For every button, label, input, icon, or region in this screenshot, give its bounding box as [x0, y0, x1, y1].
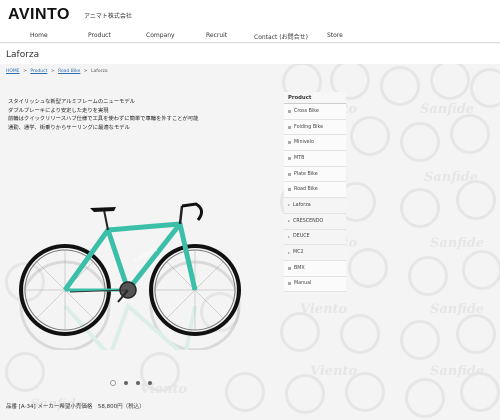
watermark-emblem	[462, 250, 500, 290]
watermark-emblem	[456, 180, 496, 220]
watermark-text: Sanfide	[430, 302, 485, 317]
sidebar-item-crescendo[interactable]: CRESCENDO	[284, 213, 346, 230]
carousel-dot[interactable]	[124, 381, 128, 385]
main-nav: Home Product Company Recruit Contact (お問…	[0, 30, 500, 43]
nav-product[interactable]: Product	[88, 32, 111, 39]
watermark-text: Viento	[300, 302, 348, 317]
bullet-icon	[288, 188, 291, 192]
nav-company[interactable]: Company	[146, 32, 175, 39]
sidebar-item-folding-bike[interactable]: Folding Bike	[284, 119, 346, 136]
bullet-icon	[288, 251, 290, 254]
watermark-emblem	[350, 116, 390, 156]
watermark-emblem	[285, 374, 325, 414]
nav-contact[interactable]: Contact (お問合せ)	[254, 32, 308, 41]
product-sidebar: Product Cross Bike Folding Bike Minivelo MT…	[284, 92, 346, 293]
watermark-emblem	[400, 122, 440, 162]
carousel-dot[interactable]	[136, 381, 140, 385]
watermark-emblem	[456, 314, 496, 354]
sidebar-item-mc2[interactable]: MC2	[284, 245, 346, 261]
brand-logo[interactable]: AVINTO	[8, 6, 70, 24]
watermark-emblem	[400, 320, 440, 360]
breadcrumb-separator: >	[83, 69, 88, 74]
sidebar-item-plate-bike[interactable]: Plate Bike	[284, 166, 346, 183]
sidebar-item-label: Plate Bike	[294, 171, 318, 177]
bullet-icon	[288, 204, 290, 207]
breadcrumb-product[interactable]: Product	[30, 69, 47, 74]
carousel-dot[interactable]	[148, 381, 152, 385]
description-line: ダブルブレーキにより安定した走りを実現	[8, 107, 109, 114]
watermark-emblem	[348, 248, 388, 288]
breadcrumb-current: Laforza	[91, 69, 108, 74]
sidebar-item-label: MC2	[293, 250, 304, 256]
breadcrumb-home[interactable]: HOME	[6, 69, 20, 74]
nav-home[interactable]: Home	[30, 32, 48, 39]
watermark-emblem	[380, 66, 420, 106]
sidebar-item-label: DEUCE	[293, 234, 310, 240]
bullet-icon	[288, 282, 291, 286]
sidebar-heading: Product	[284, 92, 346, 104]
sidebar-item-label: Manual	[294, 281, 312, 287]
breadcrumb-road-bike[interactable]: Road Bike	[58, 69, 80, 74]
sidebar-item-road-bike[interactable]: Road Bike	[284, 182, 346, 199]
sidebar-item-label: CRESCENDO	[293, 218, 324, 224]
watermark-emblem	[280, 312, 320, 352]
carousel-indicators	[110, 380, 152, 386]
description-line: スタイリッシュな新型アルミフレームのニューモデル	[8, 99, 135, 105]
bicycle-product-image: Laforza	[19, 202, 241, 350]
bullet-icon	[288, 220, 290, 223]
product-description: スタイリッシュな新型アルミフレームのニューモデル ダブルブレーキにより安定した走…	[8, 98, 278, 132]
watermark-emblem	[430, 60, 470, 100]
watermark-emblem	[408, 256, 448, 296]
sidebar-item-cross-bike[interactable]: Cross Bike	[284, 104, 346, 120]
carousel-dot[interactable]	[110, 380, 116, 386]
watermark-text: Sanfide	[424, 170, 479, 185]
site-header: AVINTO アニマト株式会社	[0, 0, 500, 30]
breadcrumb-separator: >	[23, 69, 27, 74]
page-title: Laforza	[6, 50, 40, 60]
watermark-emblem	[5, 352, 45, 392]
description-line: 通勤、通学、街乗りからサーリングに最適なモデル	[8, 124, 130, 131]
sidebar-item-bmx[interactable]: BMX	[284, 260, 346, 277]
sidebar-item-label: Laforza	[293, 202, 311, 208]
watermark-emblem	[450, 114, 490, 154]
bullet-icon	[288, 125, 291, 129]
sidebar-item-label: MTB	[294, 155, 305, 161]
bullet-icon	[288, 156, 291, 160]
watermark-text: Sanfide	[430, 236, 485, 251]
sidebar-item-laforza[interactable]: Laforza	[284, 198, 346, 214]
sidebar-item-label: BMX	[294, 265, 305, 271]
sidebar-item-label: Minivelo	[294, 140, 314, 146]
bullet-icon	[288, 235, 290, 238]
bullet-icon	[288, 172, 291, 176]
watermark-text: Sanfide	[430, 364, 485, 379]
breadcrumb: HOME > Product > Road Bike > Laforza	[6, 69, 110, 74]
sidebar-item-label: Road Bike	[294, 187, 318, 193]
nav-store[interactable]: Store	[327, 32, 343, 39]
bullet-icon	[288, 141, 291, 145]
sidebar-item-mtb[interactable]: MTB	[284, 151, 346, 167]
watermark-emblem	[225, 372, 265, 412]
watermark-text: Sanfide	[420, 102, 475, 117]
brand-subtitle: アニマト株式会社	[84, 13, 132, 20]
sidebar-item-label: Cross Bike	[294, 108, 319, 114]
sidebar-item-label: Folding Bike	[294, 124, 324, 130]
bullet-icon	[288, 109, 291, 113]
product-price: 品番 [A-34] メーカー希望小売価格 58,800円（税込）	[6, 404, 145, 410]
nav-recruit[interactable]: Recruit	[206, 32, 227, 39]
description-line: 前輪はクイックリリースハブ仕様で工具を使わずに簡単で車輪を外すことが可能	[8, 116, 199, 122]
watermark-emblem	[470, 68, 500, 108]
sidebar-item-minivelo[interactable]: Minivelo	[284, 135, 346, 152]
bullet-icon	[288, 266, 291, 270]
watermark-emblem	[340, 314, 380, 354]
sidebar-item-deuce[interactable]: DEUCE	[284, 229, 346, 246]
watermark-emblem	[400, 188, 440, 228]
watermark-text: Viento	[310, 364, 358, 379]
breadcrumb-separator: >	[50, 69, 55, 74]
sidebar-item-manual[interactable]: Manual	[284, 276, 346, 293]
watermark-emblem	[405, 378, 445, 418]
page-title-bar: Laforza	[0, 44, 500, 64]
